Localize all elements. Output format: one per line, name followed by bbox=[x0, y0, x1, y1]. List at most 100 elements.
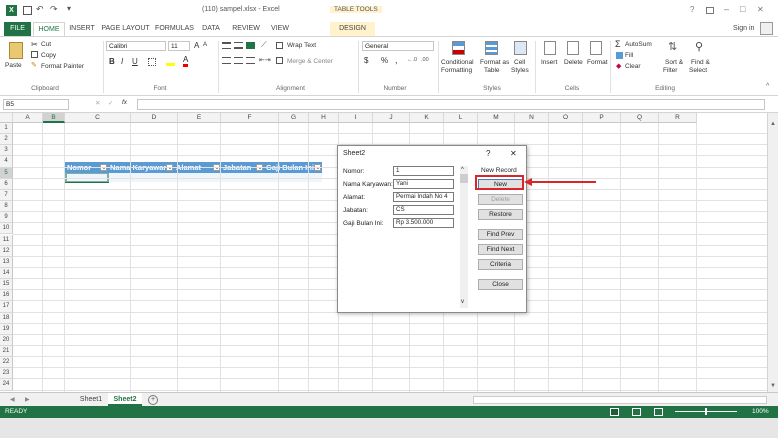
close-button[interactable]: ✕ bbox=[757, 5, 764, 14]
conditional-formatting-icon[interactable] bbox=[452, 41, 465, 55]
new-sheet-icon[interactable]: + bbox=[148, 395, 158, 405]
row-header[interactable]: 6 bbox=[0, 178, 13, 190]
record-scrollbar[interactable]: ^ v bbox=[460, 166, 468, 308]
row-header[interactable]: 9 bbox=[0, 212, 13, 224]
save-icon[interactable] bbox=[23, 6, 32, 15]
underline-button[interactable]: U bbox=[132, 57, 138, 66]
cancel-icon[interactable]: ✕ bbox=[95, 99, 100, 107]
number-format-select[interactable]: General bbox=[362, 41, 434, 51]
orientation-icon[interactable]: ⟋ bbox=[261, 40, 267, 50]
format-as-table-button[interactable]: Format as bbox=[480, 59, 509, 66]
tab-file[interactable]: FILE bbox=[4, 22, 31, 36]
tab-formulas[interactable]: FORMULAS bbox=[154, 22, 195, 36]
row-header[interactable]: 10 bbox=[0, 223, 13, 235]
zoom-level[interactable]: 100% bbox=[752, 406, 769, 418]
name-box[interactable]: B5 bbox=[3, 99, 69, 110]
redo-icon[interactable]: ↷ bbox=[50, 4, 58, 15]
column-header[interactable]: C bbox=[65, 113, 131, 123]
column-header[interactable]: J bbox=[373, 113, 410, 123]
field-jabatan[interactable]: CS bbox=[393, 205, 454, 215]
next-sheet-icon[interactable]: ▶ bbox=[25, 396, 30, 403]
sort-filter-button[interactable]: Sort & bbox=[665, 59, 683, 66]
record-scroll-down-icon[interactable]: v bbox=[461, 299, 464, 305]
page-layout-view-icon[interactable] bbox=[632, 408, 641, 416]
grow-font-button[interactable]: A bbox=[194, 41, 199, 50]
row-header[interactable]: 1 bbox=[0, 123, 13, 135]
page-break-view-icon[interactable] bbox=[654, 408, 663, 416]
user-avatar-icon[interactable] bbox=[760, 22, 773, 35]
align-left-icon[interactable] bbox=[222, 57, 231, 64]
scroll-up-icon[interactable]: ▲ bbox=[770, 121, 776, 127]
format-as-table-icon[interactable] bbox=[485, 41, 498, 55]
field-nama-karyawan[interactable]: Yani bbox=[393, 179, 454, 189]
customize-toolbar-icon[interactable]: ▾ bbox=[67, 4, 71, 13]
column-header[interactable]: P bbox=[583, 113, 621, 123]
row-header[interactable]: 15 bbox=[0, 279, 13, 291]
clear-icon[interactable]: ◆ bbox=[616, 62, 621, 70]
delete-button[interactable]: Delete bbox=[564, 59, 583, 66]
font-color-icon[interactable]: A bbox=[183, 56, 189, 67]
row-header[interactable]: 7 bbox=[0, 189, 13, 202]
find-select-icon[interactable]: ⚲ bbox=[695, 40, 703, 53]
row-header[interactable]: 20 bbox=[0, 334, 13, 346]
row-header[interactable]: 11 bbox=[0, 234, 13, 246]
row-header[interactable]: 21 bbox=[0, 346, 13, 358]
formula-input[interactable] bbox=[137, 99, 765, 110]
fill-color-icon[interactable] bbox=[166, 58, 175, 66]
column-header[interactable]: D bbox=[131, 113, 178, 123]
column-header[interactable]: I bbox=[339, 113, 373, 123]
row-header[interactable]: 16 bbox=[0, 290, 13, 302]
row-header[interactable]: 5 bbox=[0, 167, 13, 179]
row-header[interactable]: 4 bbox=[0, 156, 13, 168]
column-header[interactable]: Q bbox=[621, 113, 659, 123]
field-alamat[interactable]: Permai Indah No 4 bbox=[393, 192, 454, 202]
paste-icon[interactable] bbox=[9, 42, 23, 59]
enter-icon[interactable]: ✓ bbox=[108, 99, 113, 107]
record-scroll-up-icon[interactable]: ^ bbox=[461, 167, 464, 173]
percent-button[interactable]: % bbox=[381, 56, 388, 65]
column-header[interactable]: R bbox=[659, 113, 697, 123]
normal-view-icon[interactable] bbox=[610, 408, 619, 416]
column-header[interactable]: A bbox=[13, 113, 43, 123]
tab-review[interactable]: REVIEW bbox=[228, 22, 264, 36]
dialog-help-button[interactable]: ? bbox=[486, 149, 490, 158]
column-header[interactable]: K bbox=[410, 113, 444, 123]
column-header[interactable]: L bbox=[444, 113, 478, 123]
row-header[interactable]: 8 bbox=[0, 201, 13, 213]
wrap-text-button[interactable]: Wrap Text bbox=[287, 42, 316, 49]
sheet-tab-sheet2[interactable]: Sheet2 bbox=[108, 393, 142, 406]
find-select-button-line2[interactable]: Select bbox=[689, 67, 707, 74]
insert-cells-icon[interactable] bbox=[544, 41, 556, 55]
decrease-decimal-icon[interactable]: .00 bbox=[421, 57, 429, 63]
currency-button[interactable]: $ bbox=[364, 56, 368, 65]
cell-styles-button[interactable]: Cell bbox=[514, 59, 525, 66]
row-header[interactable]: 14 bbox=[0, 267, 13, 280]
insert-button[interactable]: Insert bbox=[541, 59, 557, 66]
delete-cells-icon[interactable] bbox=[567, 41, 579, 55]
close-dialog-button[interactable]: Close bbox=[478, 279, 523, 290]
zoom-thumb[interactable] bbox=[705, 408, 707, 415]
record-scroll-thumb[interactable] bbox=[460, 174, 468, 183]
copy-icon[interactable] bbox=[31, 51, 38, 58]
restore-button[interactable]: Restore bbox=[478, 209, 523, 220]
column-header[interactable]: H bbox=[309, 113, 339, 123]
column-header[interactable]: F bbox=[221, 113, 279, 123]
find-select-button[interactable]: Find & bbox=[691, 59, 710, 66]
row-header[interactable]: 22 bbox=[0, 357, 13, 369]
cut-button[interactable]: Cut bbox=[41, 41, 51, 48]
format-as-table-button-line2[interactable]: Table bbox=[484, 67, 500, 74]
align-middle-icon[interactable] bbox=[234, 42, 243, 49]
horizontal-scrollbar[interactable] bbox=[473, 396, 767, 404]
cell-styles-button-line2[interactable]: Styles bbox=[511, 67, 529, 74]
column-header[interactable]: E bbox=[178, 113, 221, 123]
tab-design[interactable]: DESIGN bbox=[330, 22, 375, 36]
column-header[interactable]: N bbox=[515, 113, 549, 123]
merge-icon[interactable] bbox=[276, 57, 283, 64]
tab-page-layout[interactable]: PAGE LAYOUT bbox=[99, 22, 152, 36]
sort-filter-icon[interactable]: ⇅ bbox=[668, 40, 677, 53]
function-icon[interactable]: fx bbox=[122, 99, 127, 106]
align-bottom-icon[interactable] bbox=[246, 42, 255, 49]
collapse-ribbon-icon[interactable]: ^ bbox=[766, 83, 769, 90]
find-next-button[interactable]: Find Next bbox=[478, 244, 523, 255]
field-gaji-bulan-ini[interactable]: Rp 3.500.000 bbox=[393, 218, 454, 228]
